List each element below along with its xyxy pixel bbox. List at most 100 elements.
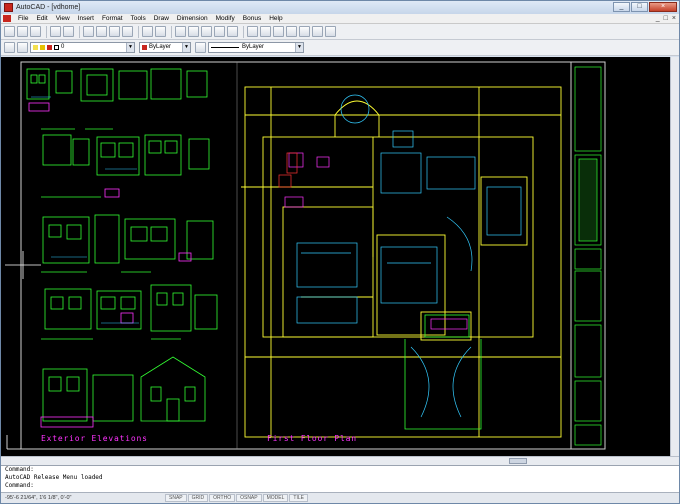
title-block [574, 66, 602, 446]
maximize-button[interactable]: □ [631, 2, 648, 12]
chevron-down-icon[interactable]: ▼ [182, 43, 190, 52]
open-file-icon[interactable] [17, 26, 28, 37]
ucs-icon[interactable] [201, 26, 212, 37]
help-icon[interactable] [325, 26, 336, 37]
print-preview-icon[interactable] [63, 26, 74, 37]
ortho-toggle[interactable]: ORTHO [209, 494, 236, 502]
command-prompt[interactable]: Command: [1, 482, 679, 490]
minimize-button[interactable]: _ [613, 2, 630, 12]
hyperlink-icon[interactable] [175, 26, 186, 37]
floor-plan-red-items [278, 152, 298, 188]
floor-plan-green-items [404, 314, 482, 430]
toolbar-separator [138, 25, 139, 38]
match-properties-icon[interactable] [122, 26, 133, 37]
layer-value: 0 [61, 44, 65, 50]
floor-plan-drawing: Exterior Elevations First Floor Plan [5, 61, 606, 450]
layer-dropdown[interactable]: 0 ▼ [30, 42, 135, 53]
properties-icon[interactable] [312, 26, 323, 37]
print-icon[interactable] [50, 26, 61, 37]
ucs-axis-icon [6, 435, 21, 450]
command-window[interactable]: Command: AutoCAD Release Menu loaded Com… [1, 465, 679, 492]
doc-minimize-button[interactable]: _ [656, 15, 660, 22]
title-bar: AutoCAD - [vdhome] _ □ × [1, 1, 679, 14]
vertical-scrollbar[interactable] [670, 57, 679, 456]
lock-icon [47, 45, 52, 50]
zoom-realtime-icon[interactable] [260, 26, 271, 37]
toolbar-separator [243, 25, 244, 38]
model-toggle[interactable]: MODEL [262, 494, 289, 502]
horizontal-scrollbar[interactable] [1, 456, 679, 465]
menu-help[interactable]: Help [265, 15, 286, 22]
color-dropdown[interactable]: ByLayer ▼ [139, 42, 191, 53]
command-history-line: AutoCAD Release Menu loaded [5, 474, 103, 481]
doc-restore-button[interactable]: □ [664, 15, 668, 22]
chevron-down-icon[interactable]: ▼ [295, 43, 303, 52]
command-history-line: Command: [5, 466, 34, 473]
standard-toolbar [1, 24, 679, 40]
menu-draw[interactable]: Draw [150, 15, 173, 22]
close-button[interactable]: × [649, 2, 677, 12]
floor-plan-walls [241, 86, 562, 438]
menu-dimension[interactable]: Dimension [173, 15, 212, 22]
linetype-icon[interactable] [195, 42, 206, 53]
menu-format[interactable]: Format [98, 15, 127, 22]
tracking-icon[interactable] [188, 26, 199, 37]
snap-toggle[interactable]: SNAP [165, 494, 187, 502]
menu-bonus[interactable]: Bonus [239, 15, 265, 22]
sun-icon [40, 45, 45, 50]
menu-file[interactable]: File [14, 15, 32, 22]
pan-icon[interactable] [247, 26, 258, 37]
inquiry-icon[interactable] [214, 26, 225, 37]
cut-icon[interactable] [83, 26, 94, 37]
document-window-controls: _ □ × [656, 15, 676, 22]
doc-close-button[interactable]: × [672, 15, 676, 22]
grid-toggle[interactable]: GRID [187, 494, 209, 502]
autocad-app-icon[interactable] [4, 3, 13, 12]
save-icon[interactable] [30, 26, 41, 37]
sheet-border [20, 61, 606, 450]
new-file-icon[interactable] [4, 26, 15, 37]
toolbar-separator [46, 25, 47, 38]
make-object-layer-current-icon[interactable] [4, 42, 15, 53]
tile-toggle[interactable]: TILE [289, 494, 308, 502]
status-bar: -95'-6 21/64", 1'6 1/8", 0'-0" SNAP GRID… [1, 492, 679, 503]
color-value: ByLayer [149, 44, 172, 50]
redraw-icon[interactable] [227, 26, 238, 37]
coordinate-readout: -95'-6 21/64", 1'6 1/8", 0'-0" [5, 495, 72, 501]
menu-view[interactable]: View [52, 15, 74, 22]
copy-icon[interactable] [96, 26, 107, 37]
window-controls: _ □ × [613, 2, 677, 12]
layers-icon[interactable] [17, 42, 28, 53]
linetype-value: ByLayer [242, 44, 265, 50]
undo-icon[interactable] [142, 26, 153, 37]
linetype-dropdown[interactable]: ByLayer ▼ [208, 42, 304, 53]
toolbar-separator [79, 25, 80, 38]
elevation-accents [28, 102, 192, 428]
paste-icon[interactable] [109, 26, 120, 37]
menu-insert[interactable]: Insert [74, 15, 98, 22]
aerial-view-icon[interactable] [299, 26, 310, 37]
redo-icon[interactable] [155, 26, 166, 37]
menu-bar: File Edit View Insert Format Tools Draw … [1, 14, 679, 24]
horizontal-scroll-thumb[interactable] [509, 458, 527, 464]
crosshair-cursor [5, 251, 41, 279]
chevron-down-icon[interactable]: ▼ [126, 43, 134, 52]
drawing-canvas[interactable]: Exterior Elevations First Floor Plan [1, 57, 670, 456]
zoom-window-icon[interactable] [273, 26, 284, 37]
toolbar-separator [171, 25, 172, 38]
osnap-toggle[interactable]: OSNAP [236, 494, 262, 502]
floor-plan-markers [284, 152, 468, 330]
window-title: AutoCAD - [vdhome] [16, 4, 81, 11]
menu-edit[interactable]: Edit [32, 15, 51, 22]
layer-color-swatch [54, 45, 59, 50]
first-floor-plan-label: First Floor Plan [267, 434, 357, 443]
exterior-elevations-label: Exterior Elevations [41, 434, 148, 443]
zoom-previous-icon[interactable] [286, 26, 297, 37]
autocad-window: AutoCAD - [vdhome] _ □ × File Edit View … [0, 0, 680, 504]
menu-modify[interactable]: Modify [212, 15, 239, 22]
menu-tools[interactable]: Tools [127, 15, 150, 22]
linetype-preview [211, 47, 239, 48]
object-properties-toolbar: 0 ▼ ByLayer ▼ ByLayer ▼ [1, 40, 679, 56]
lightbulb-icon [33, 45, 38, 50]
document-icon[interactable] [3, 15, 11, 22]
